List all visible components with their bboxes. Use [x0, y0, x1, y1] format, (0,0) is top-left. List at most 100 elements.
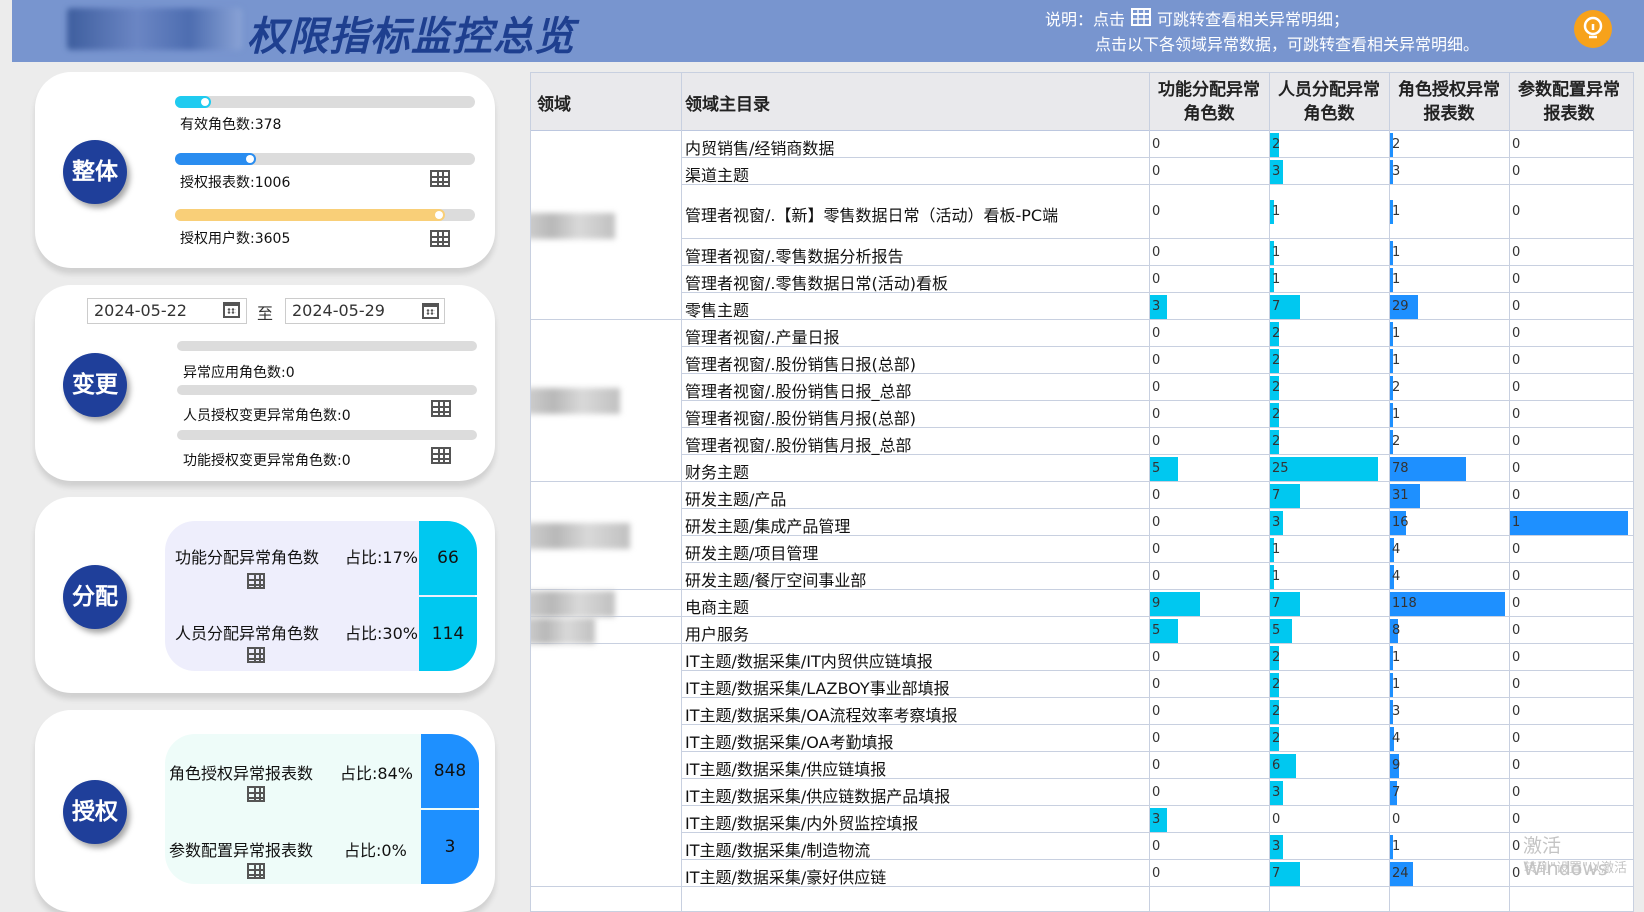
- value-cell[interactable]: 3: [1152, 812, 1160, 827]
- value-cell[interactable]: 1: [1392, 204, 1400, 219]
- value-cell[interactable]: 7: [1272, 488, 1280, 503]
- value-cell[interactable]: 1: [1392, 677, 1400, 692]
- header-func-assign[interactable]: 功能分配异常 角色数: [1149, 73, 1269, 131]
- func-assign-value[interactable]: 66: [419, 521, 477, 595]
- value-cell[interactable]: 0: [1152, 434, 1160, 449]
- value-cell[interactable]: 0: [1152, 326, 1160, 341]
- value-cell[interactable]: 3: [1272, 515, 1280, 530]
- func-auth-change-table-icon[interactable]: [431, 447, 451, 464]
- table-row[interactable]: IT主题/数据采集/IT内贸供应链填报 0 2 1 0: [681, 644, 1633, 672]
- table-row[interactable]: 研发主题/项目管理 0 1 4 0: [681, 536, 1633, 564]
- table-row[interactable]: 管理者视窗/.股份销售日报(总部) 0 2 1 0: [681, 347, 1633, 374]
- table-row[interactable]: 管理者视窗/.【新】零售数据日常（活动）看板-PC端 0 1 1 0: [681, 185, 1633, 239]
- value-cell[interactable]: 0: [1512, 812, 1520, 827]
- value-cell[interactable]: 0: [1512, 569, 1520, 584]
- value-cell[interactable]: 25: [1272, 461, 1289, 476]
- value-cell[interactable]: 0: [1152, 758, 1160, 773]
- header-catalog[interactable]: 领域主目录: [681, 73, 1131, 131]
- catalog-cell[interactable]: 研发主题/项目管理: [685, 540, 818, 564]
- value-cell[interactable]: 7: [1272, 299, 1280, 314]
- param-cfg-table-icon[interactable]: [247, 863, 265, 879]
- value-cell[interactable]: 5: [1152, 623, 1160, 638]
- value-cell[interactable]: 0: [1512, 839, 1520, 854]
- role-auth-label[interactable]: 角色授权异常报表数: [169, 760, 313, 784]
- value-cell[interactable]: 0: [1512, 758, 1520, 773]
- param-cfg-value[interactable]: 3: [421, 810, 479, 884]
- header-domain[interactable]: 领域: [531, 73, 681, 131]
- table-row[interactable]: 管理者视窗/.零售数据分析报告 0 1 1 0: [681, 239, 1633, 266]
- value-cell[interactable]: 1: [1392, 839, 1400, 854]
- value-cell[interactable]: 7: [1272, 866, 1280, 881]
- value-cell[interactable]: 0: [1512, 677, 1520, 692]
- value-cell[interactable]: 0: [1392, 812, 1400, 827]
- table-row[interactable]: 管理者视窗/.股份销售月报_总部 0 2 2 0: [681, 428, 1633, 455]
- value-cell[interactable]: 2: [1272, 434, 1280, 449]
- role-auth-value[interactable]: 848: [421, 734, 479, 808]
- value-cell[interactable]: 0: [1152, 677, 1160, 692]
- func-assign-label[interactable]: 功能分配异常角色数: [175, 544, 319, 568]
- value-cell[interactable]: 1: [1512, 515, 1520, 530]
- value-cell[interactable]: 2: [1272, 407, 1280, 422]
- value-cell[interactable]: 16: [1392, 515, 1409, 530]
- value-cell[interactable]: 0: [1272, 812, 1280, 827]
- value-cell[interactable]: 0: [1152, 515, 1160, 530]
- value-cell[interactable]: 2: [1392, 380, 1400, 395]
- value-cell[interactable]: 29: [1392, 299, 1409, 314]
- value-cell[interactable]: 7: [1272, 596, 1280, 611]
- date-to-calendar-icon[interactable]: [422, 303, 439, 319]
- catalog-cell[interactable]: 管理者视窗/.产量日报: [685, 324, 839, 348]
- param-cfg-label[interactable]: 参数配置异常报表数: [169, 837, 313, 861]
- table-row[interactable]: 管理者视窗/.股份销售月报(总部) 0 2 1 0: [681, 401, 1633, 428]
- catalog-cell[interactable]: IT主题/数据采集/OA考勤填报: [685, 729, 894, 753]
- value-cell[interactable]: 3: [1272, 839, 1280, 854]
- value-cell[interactable]: 0: [1152, 164, 1160, 179]
- value-cell[interactable]: 0: [1512, 650, 1520, 665]
- value-cell[interactable]: 1: [1272, 272, 1280, 287]
- value-cell[interactable]: 1: [1272, 542, 1280, 557]
- value-cell[interactable]: 4: [1392, 731, 1400, 746]
- table-row[interactable]: 财务主题 5 25 78 0: [681, 455, 1633, 482]
- table-row[interactable]: IT主题/数据采集/OA考勤填报 0 2 4 0: [681, 725, 1633, 753]
- person-assign-label[interactable]: 人员分配异常角色数: [175, 620, 319, 644]
- value-cell[interactable]: 0: [1512, 542, 1520, 557]
- value-cell[interactable]: 1: [1392, 245, 1400, 260]
- value-cell[interactable]: 0: [1512, 623, 1520, 638]
- value-cell[interactable]: 118: [1392, 596, 1417, 611]
- catalog-cell[interactable]: 管理者视窗/.股份销售日报_总部: [685, 378, 911, 402]
- value-cell[interactable]: 1: [1392, 353, 1400, 368]
- date-to-input[interactable]: 2024-05-29: [285, 298, 445, 324]
- table-row[interactable]: 电商主题 9 7 118 0: [681, 590, 1633, 617]
- value-cell[interactable]: 31: [1392, 488, 1409, 503]
- catalog-cell[interactable]: IT主题/数据采集/豪好供应链: [685, 864, 886, 888]
- catalog-cell[interactable]: IT主题/数据采集/LAZBOY事业部填报: [685, 675, 950, 699]
- value-cell[interactable]: 7: [1392, 785, 1400, 800]
- value-cell[interactable]: 0: [1152, 272, 1160, 287]
- catalog-cell[interactable]: 研发主题/集成产品管理: [685, 513, 850, 537]
- value-cell[interactable]: 3: [1152, 299, 1160, 314]
- catalog-cell[interactable]: IT主题/数据采集/IT内贸供应链填报: [685, 648, 933, 672]
- value-cell[interactable]: 0: [1512, 380, 1520, 395]
- person-assign-table-icon[interactable]: [247, 647, 265, 663]
- header-person-assign[interactable]: 人员分配异常 角色数: [1269, 73, 1389, 131]
- catalog-cell[interactable]: 管理者视窗/.零售数据日常(活动)看板: [685, 270, 948, 294]
- catalog-cell[interactable]: 内贸销售/经销商数据: [685, 135, 834, 159]
- value-cell[interactable]: 0: [1152, 785, 1160, 800]
- value-cell[interactable]: 0: [1152, 245, 1160, 260]
- value-cell[interactable]: 2: [1272, 326, 1280, 341]
- table-row[interactable]: 内贸销售/经销商数据 0 2 2 0: [681, 131, 1633, 159]
- table-row[interactable]: IT主题/数据采集/豪好供应链 0 7 24 0: [681, 860, 1633, 888]
- catalog-cell[interactable]: 用户服务: [685, 621, 749, 645]
- value-cell[interactable]: 0: [1152, 137, 1160, 152]
- value-cell[interactable]: 0: [1152, 866, 1160, 881]
- value-cell[interactable]: 0: [1152, 731, 1160, 746]
- table-row[interactable]: IT主题/数据采集/供应链数据产品填报 0 3 7 0: [681, 779, 1633, 806]
- table-row[interactable]: IT主题/数据采集/制造物流 0 3 1 0: [681, 833, 1633, 860]
- value-cell[interactable]: 9: [1392, 758, 1400, 773]
- value-cell[interactable]: 0: [1512, 299, 1520, 314]
- value-cell[interactable]: 1: [1272, 204, 1280, 219]
- value-cell[interactable]: 1: [1392, 407, 1400, 422]
- value-cell[interactable]: 0: [1512, 461, 1520, 476]
- value-cell[interactable]: 0: [1512, 137, 1520, 152]
- person-auth-change-table-icon[interactable]: [431, 400, 451, 417]
- header-role-auth[interactable]: 角色授权异常 报表数: [1389, 73, 1509, 131]
